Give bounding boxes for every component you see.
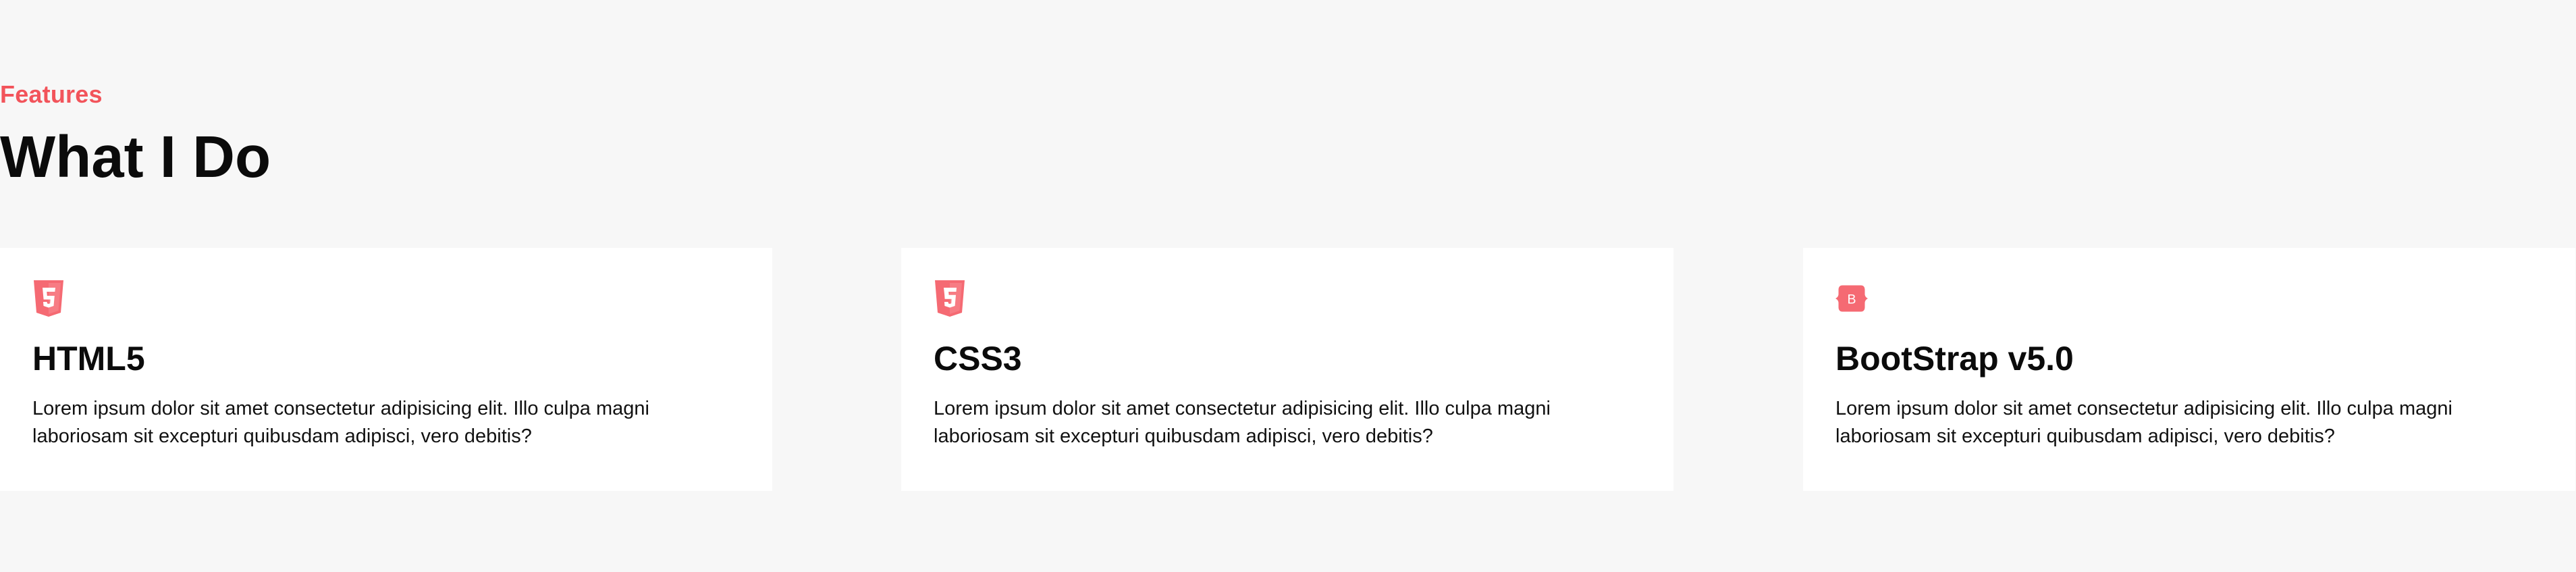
card-title: HTML5 — [32, 340, 145, 378]
css3-icon — [935, 280, 965, 317]
section-eyebrow: Features — [0, 80, 103, 108]
card-title: CSS3 — [934, 340, 1022, 378]
feature-card-css3: CSS3 Lorem ipsum dolor sit amet consecte… — [901, 248, 1673, 491]
card-description: Lorem ipsum dolor sit amet consectetur a… — [1835, 398, 2452, 447]
svg-text:B: B — [1847, 292, 1856, 307]
card-title: BootStrap v5.0 — [1835, 340, 2074, 378]
card-description: Lorem ipsum dolor sit amet consectetur a… — [934, 398, 1551, 447]
card-description: Lorem ipsum dolor sit amet consectetur a… — [32, 398, 649, 447]
features-section: Features What I Do HTML5 Lorem ipsum dol… — [0, 0, 2576, 572]
feature-cards: HTML5 Lorem ipsum dolor sit amet consect… — [0, 248, 2576, 491]
feature-card-html5: HTML5 Lorem ipsum dolor sit amet consect… — [0, 248, 772, 491]
feature-card-bootstrap: B BootStrap v5.0 Lorem ipsum dolor sit a… — [1803, 248, 2575, 491]
section-title: What I Do — [0, 124, 271, 190]
html5-icon — [34, 280, 63, 317]
bootstrap-icon: B — [1835, 285, 1868, 312]
